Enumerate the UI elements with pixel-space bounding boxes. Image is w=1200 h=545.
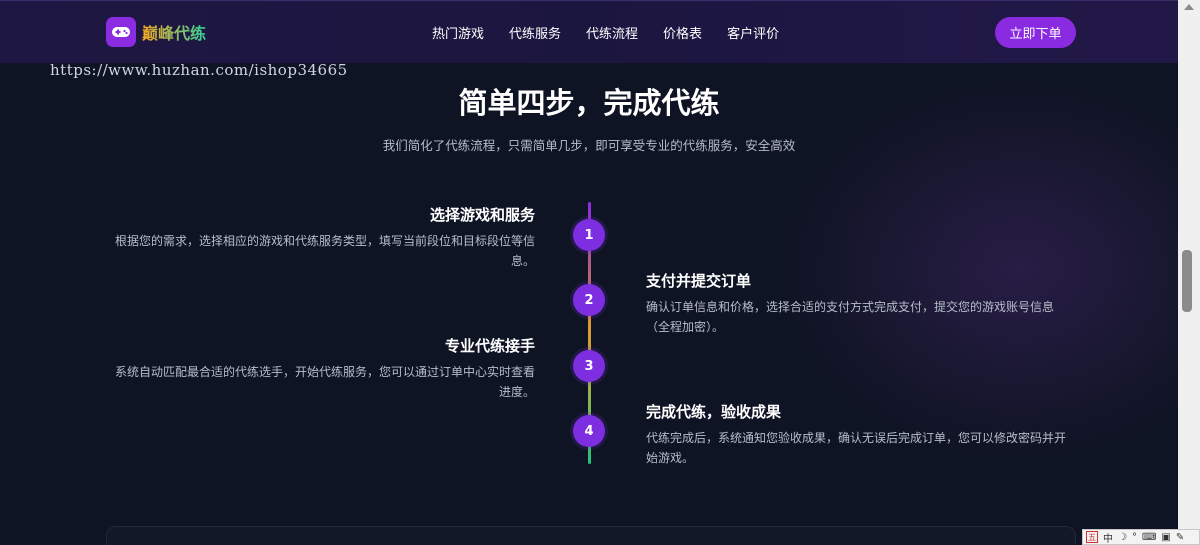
nav-item-reviews[interactable]: 客户评价 xyxy=(727,23,779,42)
ime-mode-toggle[interactable]: 中 xyxy=(1103,530,1113,545)
step-number-3: 3 xyxy=(573,350,605,382)
nav-item-pricing[interactable]: 价格表 xyxy=(663,23,702,42)
site-header: 巅峰代练 热门游戏 代练服务 代练流程 价格表 客户评价 立即下单 xyxy=(0,0,1178,63)
nav-item-process[interactable]: 代练流程 xyxy=(586,23,638,42)
wrench-icon[interactable]: ✎ xyxy=(1176,530,1184,544)
step-title: 选择游戏和服务 xyxy=(429,206,535,224)
punctuation-icon[interactable]: ° xyxy=(1132,530,1137,544)
step-title: 完成代练，验收成果 xyxy=(646,403,782,421)
order-now-button[interactable]: 立即下单 xyxy=(995,17,1076,48)
watermark-url: https://www.huzhan.com/ishop34665 xyxy=(50,61,348,79)
moon-icon[interactable]: ☽ xyxy=(1118,530,1127,544)
step-desc: 代练完成后，系统通知您验收成果，确认无误后完成订单，您可以修改密码并开始游戏。 xyxy=(646,431,1067,465)
section-subtitle: 我们简化了代练流程，只需简单几步，即可享受专业的代练服务，安全高效 xyxy=(382,138,796,153)
step-desc: 根据您的需求，选择相应的游戏和代练服务类型，填写当前段位和目标段位等信息。 xyxy=(114,234,535,268)
ime-toolbar: 五 中 ☽ ° ⌨ ▣ ✎ xyxy=(1082,529,1200,545)
scrollbar-thumb[interactable] xyxy=(1182,250,1192,312)
keyboard-icon[interactable]: ⌨ xyxy=(1142,530,1156,544)
section-title: 简单四步，完成代练 xyxy=(458,86,720,120)
step-title: 专业代练接手 xyxy=(444,337,535,355)
step-2: 支付并提交订单 确认订单信息和价格，选择合适的支付方式完成支付，提交您的游戏账号… xyxy=(646,270,1076,337)
step-desc: 系统自动匹配最合适的代练选手，开始代练服务，您可以通过订单中心实时查看进度。 xyxy=(114,365,535,399)
step-desc: 确认订单信息和价格，选择合适的支付方式完成支付，提交您的游戏账号信息（全程加密）… xyxy=(646,300,1055,334)
next-section-card xyxy=(106,526,1076,545)
nav-item-services[interactable]: 代练服务 xyxy=(509,23,561,42)
step-4: 完成代练，验收成果 代练完成后，系统通知您验收成果，确认无误后完成订单，您可以修… xyxy=(646,401,1076,468)
brand-name: 巅峰代练 xyxy=(142,20,206,44)
main-nav: 热门游戏 代练服务 代练流程 价格表 客户评价 xyxy=(432,23,804,42)
step-3: 专业代练接手 系统自动匹配最合适的代练选手，开始代练服务，您可以通过订单中心实时… xyxy=(105,335,535,402)
step-number-4: 4 xyxy=(573,415,605,447)
gamepad-icon xyxy=(106,17,136,47)
nav-item-hot-games[interactable]: 热门游戏 xyxy=(432,23,484,42)
scroll-up-icon[interactable] xyxy=(1184,4,1194,10)
step-title: 支付并提交订单 xyxy=(646,272,752,290)
skin-icon[interactable]: ▣ xyxy=(1161,530,1170,544)
ime-logo-icon[interactable]: 五 xyxy=(1086,531,1098,543)
step-number-1: 1 xyxy=(573,219,605,251)
step-number-2: 2 xyxy=(573,284,605,316)
brand-logo[interactable]: 巅峰代练 xyxy=(106,17,206,47)
step-1: 选择游戏和服务 根据您的需求，选择相应的游戏和代练服务类型，填写当前段位和目标段… xyxy=(105,204,535,271)
